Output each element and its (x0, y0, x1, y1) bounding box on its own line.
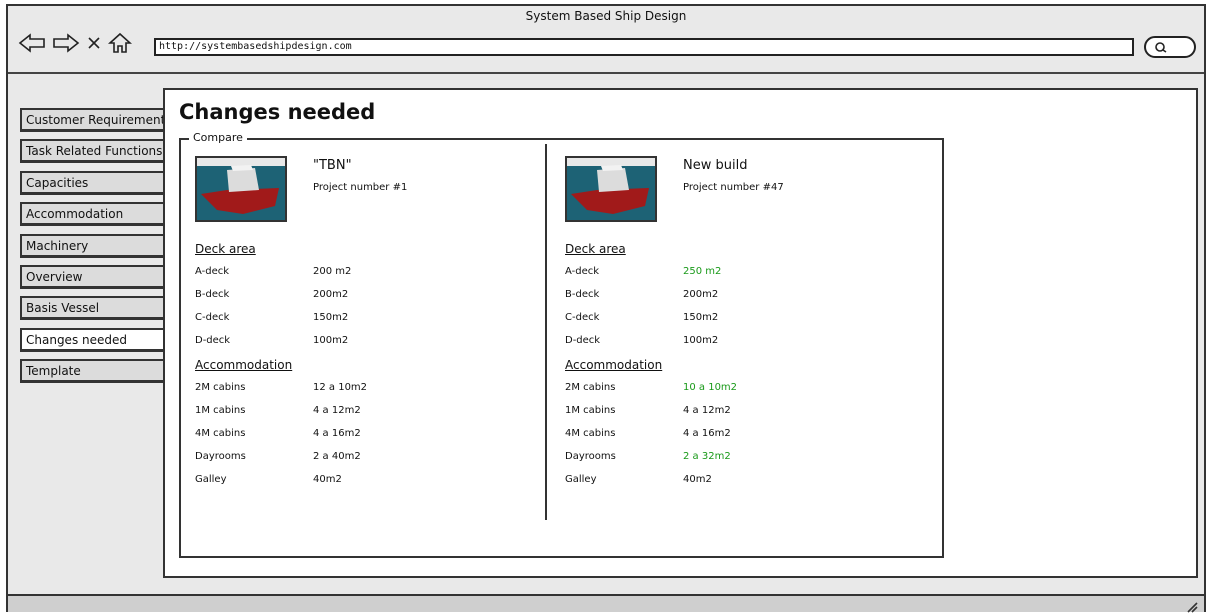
sidebar-item-customer-requirements[interactable]: Customer Requirements (20, 108, 166, 132)
sidebar-item-task-related-functions[interactable]: Task Related Functions (20, 139, 166, 164)
row-value-changed: 250 m2 (683, 266, 722, 277)
list-item: D-deck 100m2 (565, 335, 905, 351)
nav-controls (18, 28, 132, 58)
project-number: Project number #1 (313, 182, 408, 193)
row-value: 4 a 12m2 (313, 405, 361, 416)
window-title: System Based Ship Design (525, 9, 687, 23)
list-item: 2M cabins 12 a 10m2 (195, 382, 535, 398)
list-item: 1M cabins 4 a 12m2 (565, 405, 905, 421)
list-item: D-deck 100m2 (195, 335, 535, 351)
row-value: 4 a 16m2 (313, 428, 361, 439)
row-label: A-deck (565, 266, 600, 277)
compare-group: Compare "TBN" Project number #1 Deck are… (179, 131, 944, 558)
row-label: C-deck (565, 312, 600, 323)
accommodation-heading: Accommodation (565, 358, 663, 372)
row-value: 4 a 12m2 (683, 405, 731, 416)
back-arrow-icon[interactable] (18, 33, 46, 53)
vessel-name: New build (683, 158, 748, 173)
row-label: D-deck (195, 335, 231, 346)
row-label: D-deck (565, 335, 601, 346)
row-label: Galley (195, 474, 227, 485)
vessel-image (565, 156, 657, 222)
list-item: 4M cabins 4 a 16m2 (195, 428, 535, 444)
list-item: 2M cabins 10 a 10m2 (565, 382, 905, 398)
sidebar-item-overview[interactable]: Overview (20, 264, 166, 289)
page-title: Changes needed (179, 100, 376, 124)
row-label: 1M cabins (195, 405, 246, 416)
row-label: C-deck (195, 312, 230, 323)
status-bar (8, 594, 1204, 615)
deck-area-heading: Deck area (565, 242, 626, 256)
list-item: Dayrooms 2 a 32m2 (565, 451, 905, 467)
sidebar-item-machinery[interactable]: Machinery (20, 233, 166, 258)
row-value: 40m2 (683, 474, 712, 485)
row-value: 40m2 (313, 474, 342, 485)
row-value-changed: 2 a 32m2 (683, 451, 731, 462)
row-label: 4M cabins (565, 428, 616, 439)
home-icon[interactable] (108, 32, 132, 54)
sidebar-item-template[interactable]: Template (20, 359, 166, 384)
row-label: Dayrooms (195, 451, 246, 462)
search-button[interactable] (1144, 36, 1196, 58)
row-value: 200m2 (313, 289, 349, 300)
resize-grip-icon[interactable] (1186, 598, 1198, 615)
list-item: C-deck 150m2 (195, 312, 535, 328)
row-value: 100m2 (313, 335, 349, 346)
list-item: Galley 40m2 (195, 474, 535, 490)
row-value-changed: 10 a 10m2 (683, 382, 738, 393)
vessel-column-right: New build Project number #47 Deck area A… (551, 140, 911, 556)
accommodation-heading: Accommodation (195, 358, 293, 372)
row-value: 4 a 16m2 (683, 428, 731, 439)
sidebar-item-changes-needed[interactable]: Changes needed (20, 327, 170, 352)
list-item: 1M cabins 4 a 12m2 (195, 405, 535, 421)
row-label: 1M cabins (565, 405, 616, 416)
close-icon[interactable] (86, 35, 102, 51)
forward-arrow-icon[interactable] (52, 33, 80, 53)
list-item: B-deck 200m2 (565, 289, 905, 305)
address-bar[interactable]: http://systembasedshipdesign.com (154, 38, 1134, 56)
list-item: C-deck 150m2 (565, 312, 905, 328)
list-item: Dayrooms 2 a 40m2 (195, 451, 535, 467)
row-value: 150m2 (683, 312, 719, 323)
search-icon (1155, 42, 1167, 53)
content-panel: Changes needed Compare "TBN" Project num… (163, 88, 1198, 578)
column-divider (545, 144, 547, 520)
list-item: Galley 40m2 (565, 474, 905, 490)
row-value: 200 m2 (313, 266, 352, 277)
row-value: 200m2 (683, 289, 719, 300)
row-label: B-deck (565, 289, 600, 300)
vessel-image (195, 156, 287, 222)
sidebar-nav: Customer Requirements Task Related Funct… (20, 108, 170, 391)
row-value: 150m2 (313, 312, 349, 323)
row-label: 2M cabins (565, 382, 616, 393)
list-item: B-deck 200m2 (195, 289, 535, 305)
list-item: A-deck 250 m2 (565, 266, 905, 282)
row-label: A-deck (195, 266, 230, 277)
sidebar-item-basis-vessel[interactable]: Basis Vessel (20, 296, 166, 321)
row-value: 12 a 10m2 (313, 382, 368, 393)
vessel-column-left: "TBN" Project number #1 Deck area A-deck… (181, 140, 541, 556)
vessel-name: "TBN" (313, 158, 352, 173)
row-label: Dayrooms (565, 451, 616, 462)
row-label: B-deck (195, 289, 230, 300)
row-value: 2 a 40m2 (313, 451, 361, 462)
sidebar-item-capacities[interactable]: Capacities (20, 170, 166, 195)
deck-area-heading: Deck area (195, 242, 256, 256)
row-label: Galley (565, 474, 597, 485)
sidebar-item-accommodation[interactable]: Accommodation (20, 202, 166, 227)
row-label: 4M cabins (195, 428, 246, 439)
toolbar-divider (8, 72, 1204, 74)
row-value: 100m2 (683, 335, 719, 346)
project-number: Project number #47 (683, 182, 784, 193)
list-item: A-deck 200 m2 (195, 266, 535, 282)
browser-window: System Based Ship Design http://systemba… (6, 4, 1206, 615)
list-item: 4M cabins 4 a 16m2 (565, 428, 905, 444)
row-label: 2M cabins (195, 382, 246, 393)
